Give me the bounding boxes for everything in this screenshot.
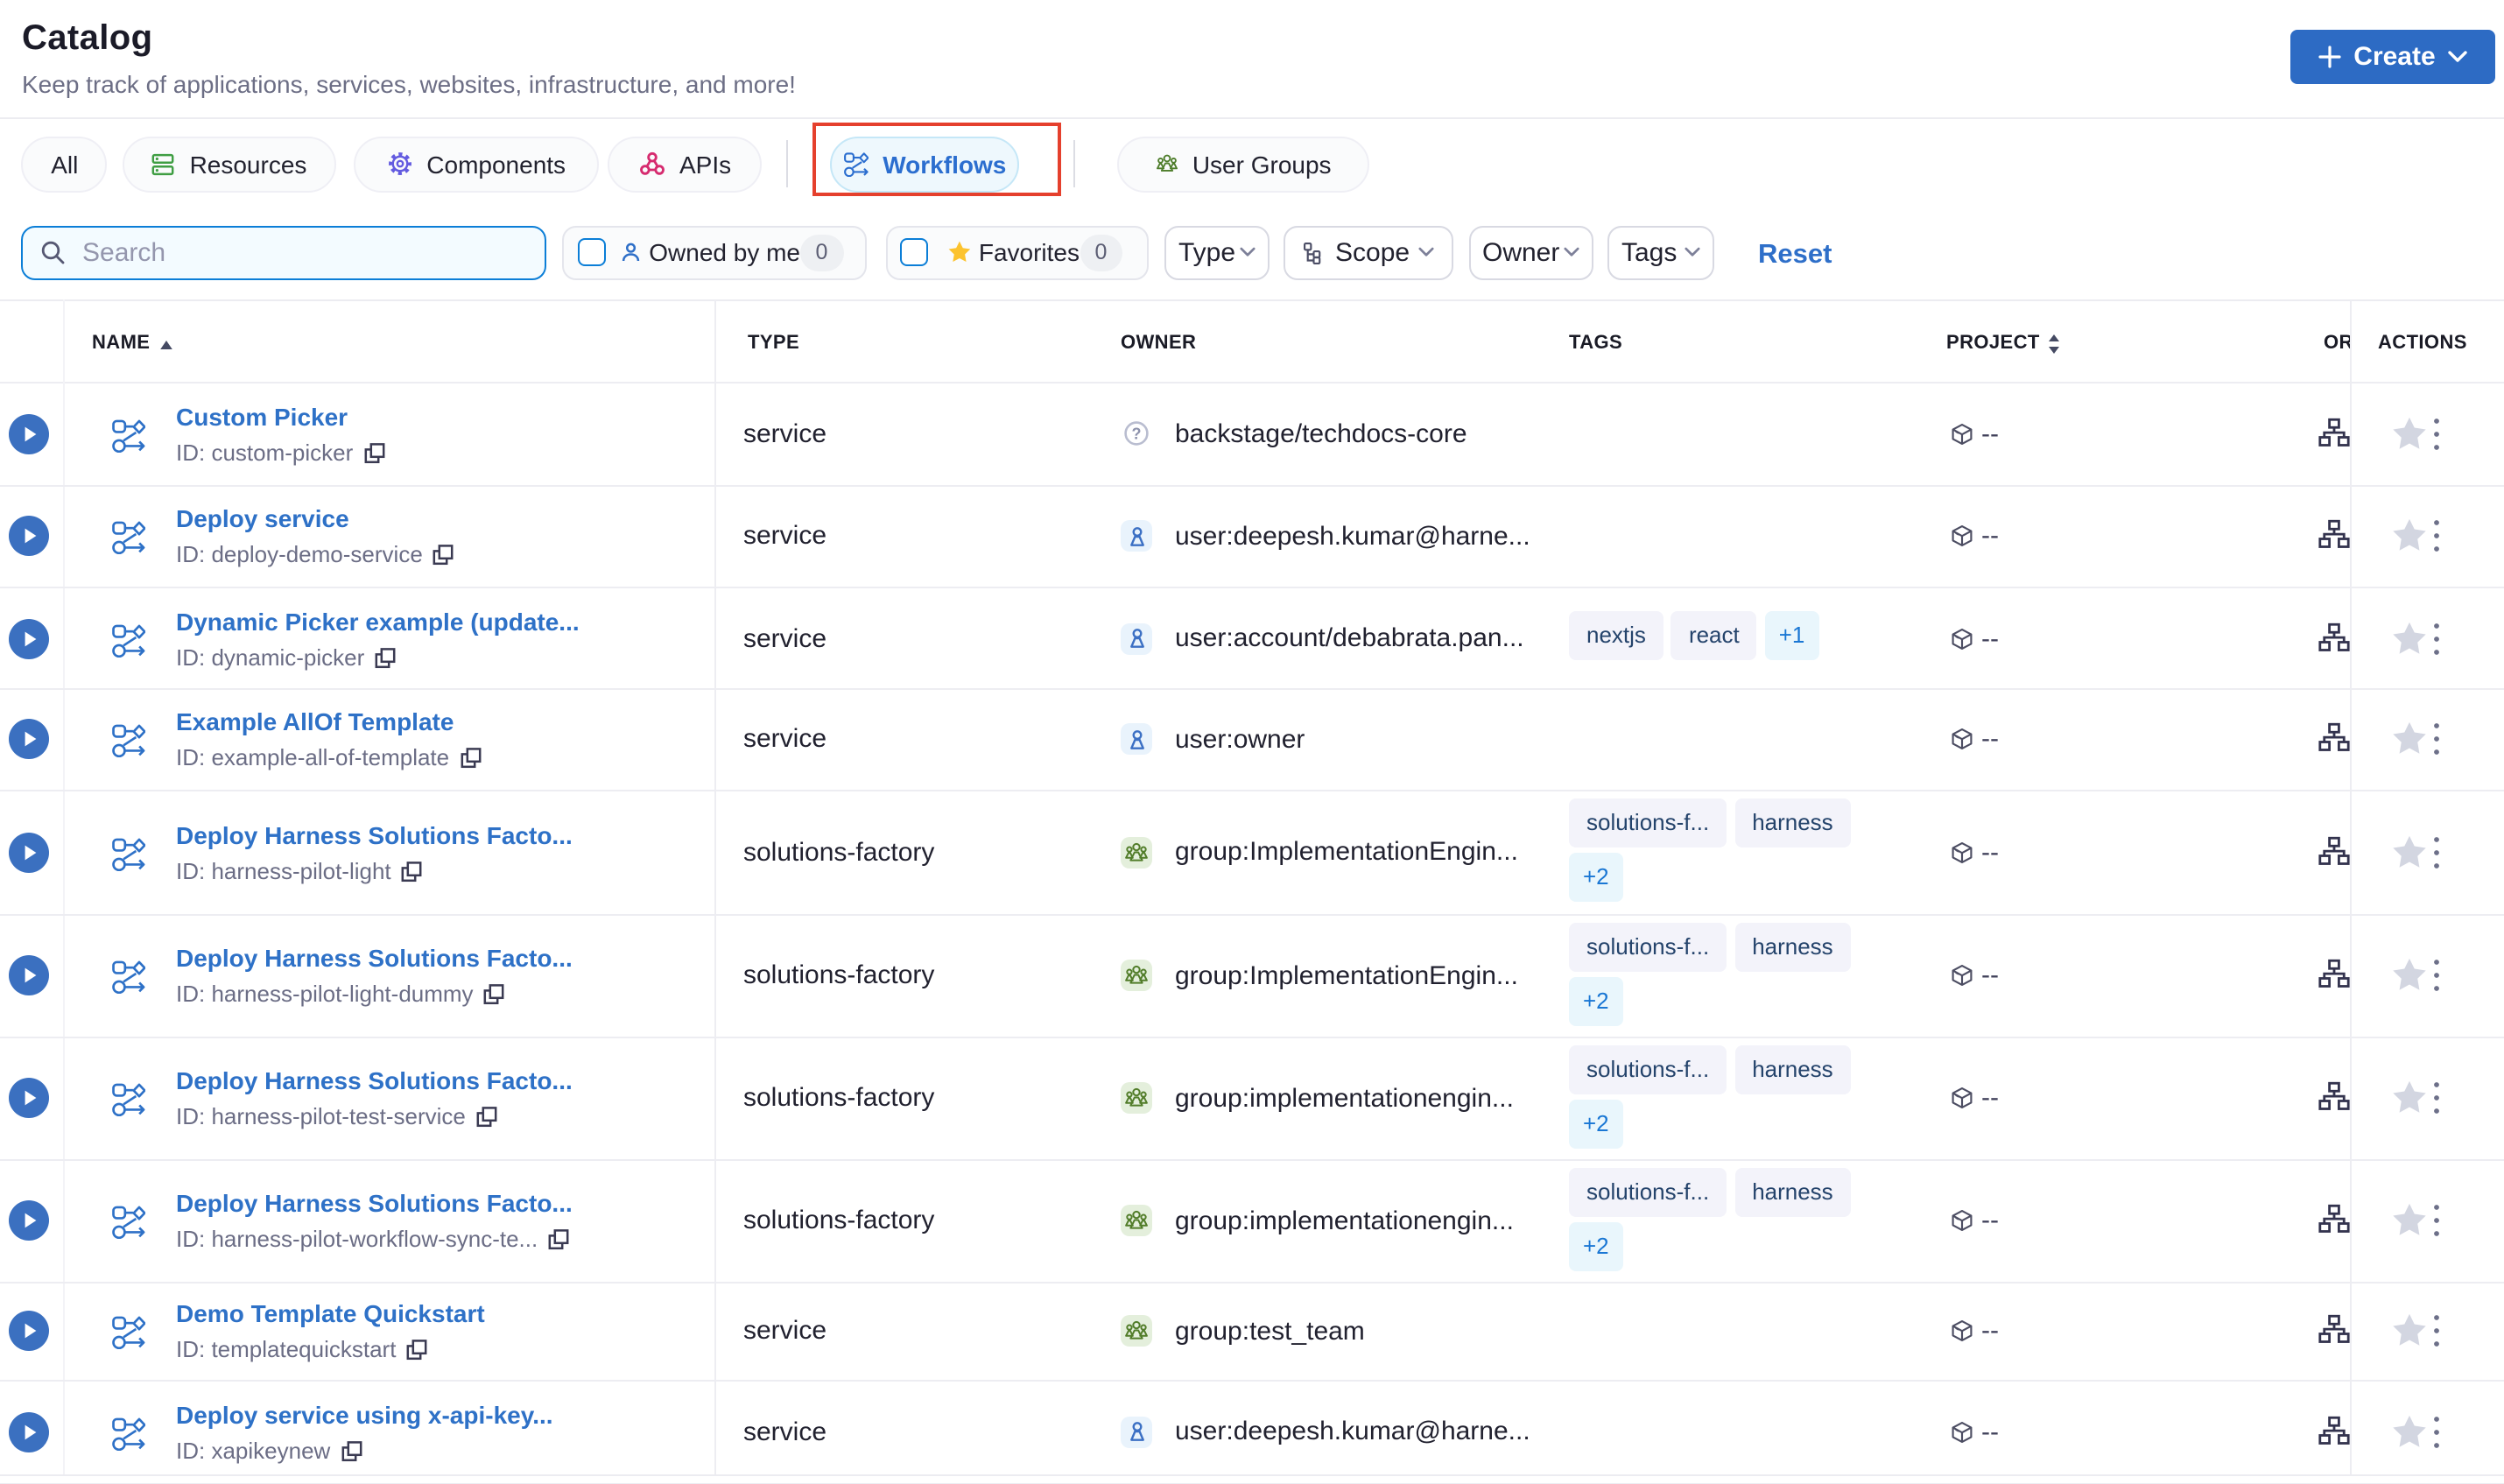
svg-text:?: ? xyxy=(1132,425,1142,442)
